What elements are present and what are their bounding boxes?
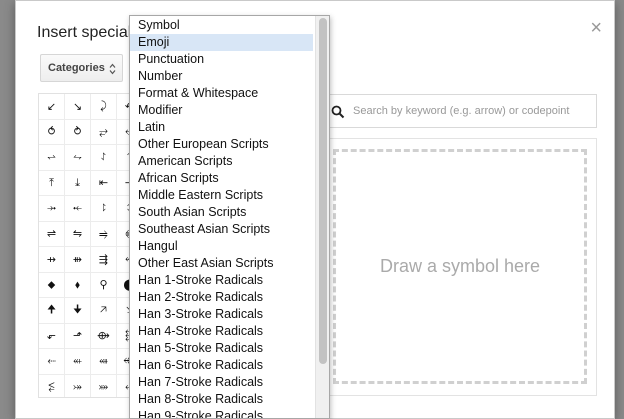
category-option[interactable]: Southeast Asian Scripts xyxy=(130,221,313,238)
category-option[interactable]: Punctuation xyxy=(130,51,313,68)
symbol-cell[interactable]: ⬵ xyxy=(91,349,117,375)
draw-label: Draw a symbol here xyxy=(379,256,541,276)
category-option[interactable]: Format & Whitespace xyxy=(130,85,313,102)
sort-arrows-icon xyxy=(109,63,116,75)
category-option[interactable]: Number xyxy=(130,68,313,85)
category-option[interactable]: Other European Scripts xyxy=(130,136,313,153)
category-option[interactable]: Han 6-Stroke Radicals xyxy=(130,357,313,374)
symbol-cell[interactable]: ⟴ xyxy=(91,323,117,349)
category-option[interactable]: American Scripts xyxy=(130,153,313,170)
symbol-cell[interactable]: ⤸ xyxy=(91,94,117,120)
symbol-cell[interactable]: ⥌ xyxy=(91,145,117,171)
category-option[interactable]: Han 7-Stroke Radicals xyxy=(130,374,313,391)
category-option[interactable]: Han 9-Stroke Radicals xyxy=(130,408,313,419)
draw-symbol-canvas[interactable]: Draw a symbol here xyxy=(333,149,587,384)
symbol-cell[interactable]: ⤖ xyxy=(65,374,91,397)
category-option[interactable]: Han 8-Stroke Radicals xyxy=(130,391,313,408)
symbol-cell[interactable]: ⇸ xyxy=(39,247,65,273)
symbol-cell[interactable]: 🡥 xyxy=(91,298,117,324)
close-icon[interactable]: × xyxy=(590,18,602,38)
category-option[interactable]: Han 3-Stroke Radicals xyxy=(130,306,313,323)
category-option[interactable]: Han 2-Stroke Radicals xyxy=(130,289,313,306)
symbol-cell[interactable]: ⤞ xyxy=(39,196,65,222)
symbol-cell[interactable]: 🠉 xyxy=(39,298,65,324)
symbol-cell[interactable]: ⥂ xyxy=(91,119,117,145)
symbol-cell[interactable]: ⥊ xyxy=(65,145,91,171)
category-option[interactable]: South Asian Scripts xyxy=(130,204,313,221)
category-option[interactable]: Han 1-Stroke Radicals xyxy=(130,272,313,289)
category-list: Symbol Emoji Punctuation Number Format & Whi… xyxy=(130,16,316,419)
symbol-cell[interactable]: ⤗ xyxy=(91,374,117,397)
symbol-cell[interactable]: 🠋 xyxy=(65,298,91,324)
categories-dropdown-button[interactable]: Categories xyxy=(40,54,123,82)
symbol-cell[interactable]: ⇤ xyxy=(91,170,117,196)
category-option[interactable]: Symbol xyxy=(130,17,313,34)
symbol-cell[interactable]: ⬐ xyxy=(39,323,65,349)
dropdown-scrollbar[interactable] xyxy=(315,16,329,418)
search-icon xyxy=(331,105,345,119)
category-option[interactable]: Other East Asian Scripts xyxy=(130,255,313,272)
category-option[interactable]: Hangul xyxy=(130,238,313,255)
symbol-cell[interactable]: ⇌ xyxy=(39,221,65,247)
categories-label: Categories xyxy=(48,62,105,74)
search-input[interactable]: Search by keyword (e.g. arrow) or codepo… xyxy=(322,94,597,128)
symbol-cell[interactable]: ⥋ xyxy=(39,145,65,171)
category-option[interactable]: Emoji xyxy=(130,33,313,51)
scrollbar-thumb[interactable] xyxy=(319,18,327,364)
symbol-cell[interactable]: ⥶ xyxy=(39,374,65,397)
draw-panel: Draw a symbol here xyxy=(322,138,597,396)
symbol-cell[interactable]: ⬸ xyxy=(39,349,65,375)
symbol-cell[interactable]: ⥤ xyxy=(91,221,117,247)
symbol-cell[interactable]: ⚲ xyxy=(91,272,117,298)
category-option[interactable]: Han 5-Stroke Radicals xyxy=(130,340,313,357)
symbol-cell[interactable]: ↙ xyxy=(39,94,65,120)
category-dropdown-menu: Symbol Emoji Punctuation Number Format & Whi… xyxy=(129,15,330,419)
symbol-cell[interactable]: ⤒ xyxy=(39,170,65,196)
symbol-cell[interactable]: ⬴ xyxy=(65,349,91,375)
symbol-cell[interactable]: ⥁ xyxy=(65,119,91,145)
category-option[interactable]: Modifier xyxy=(130,102,313,119)
category-option[interactable]: Middle Eastern Scripts xyxy=(130,187,313,204)
category-option[interactable]: Han 4-Stroke Radicals xyxy=(130,323,313,340)
symbol-cell[interactable]: ⥏ xyxy=(91,196,117,222)
symbol-cell[interactable]: ⬏ xyxy=(65,323,91,349)
symbol-cell[interactable]: ⇶ xyxy=(91,247,117,273)
symbol-cell[interactable]: ↘ xyxy=(65,94,91,120)
symbol-cell[interactable]: ⥀ xyxy=(39,119,65,145)
symbol-cell[interactable]: ⇻ xyxy=(65,247,91,273)
symbol-cell[interactable]: ⬥ xyxy=(39,272,65,298)
symbol-cell[interactable]: ⬧ xyxy=(65,272,91,298)
search-placeholder: Search by keyword (e.g. arrow) or codepo… xyxy=(353,105,570,117)
symbol-cell[interactable]: ⇋ xyxy=(65,221,91,247)
symbol-cell[interactable]: ⤝ xyxy=(65,196,91,222)
category-option[interactable]: African Scripts xyxy=(130,170,313,187)
symbol-cell[interactable]: ⤓ xyxy=(65,170,91,196)
category-option[interactable]: Latin xyxy=(130,119,313,136)
